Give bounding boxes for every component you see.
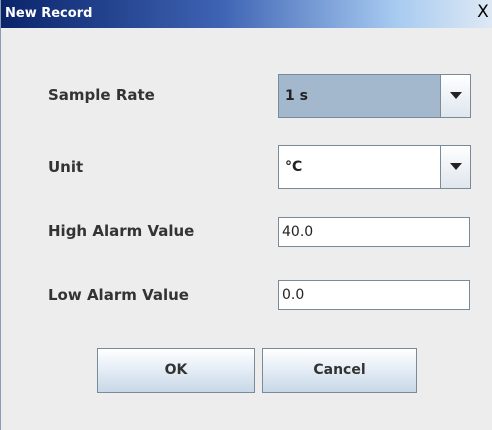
- low-alarm-label: Low Alarm Value: [48, 286, 189, 304]
- new-record-dialog: New Record X Sample Rate 1 s Unit °C Hig…: [0, 0, 492, 430]
- high-alarm-input[interactable]: [278, 217, 470, 247]
- sample-rate-label: Sample Rate: [48, 86, 155, 104]
- unit-label: Unit: [48, 158, 84, 176]
- low-alarm-input[interactable]: [278, 280, 470, 310]
- window-title: New Record: [5, 6, 93, 21]
- unit-dropdown-button[interactable]: [440, 146, 470, 188]
- chevron-down-icon: [450, 92, 462, 99]
- unit-value: °C: [285, 159, 303, 175]
- title-bar[interactable]: New Record X: [1, 0, 492, 28]
- sample-rate-dropdown-button[interactable]: [440, 75, 470, 117]
- sample-rate-value: 1 s: [285, 88, 308, 104]
- unit-dropdown[interactable]: °C: [278, 145, 471, 189]
- sample-rate-dropdown[interactable]: 1 s: [278, 74, 471, 118]
- cancel-button[interactable]: Cancel: [262, 348, 417, 393]
- chevron-down-icon: [450, 163, 462, 170]
- close-icon[interactable]: X: [473, 3, 492, 23]
- high-alarm-label: High Alarm Value: [48, 222, 195, 240]
- ok-button[interactable]: OK: [97, 348, 255, 393]
